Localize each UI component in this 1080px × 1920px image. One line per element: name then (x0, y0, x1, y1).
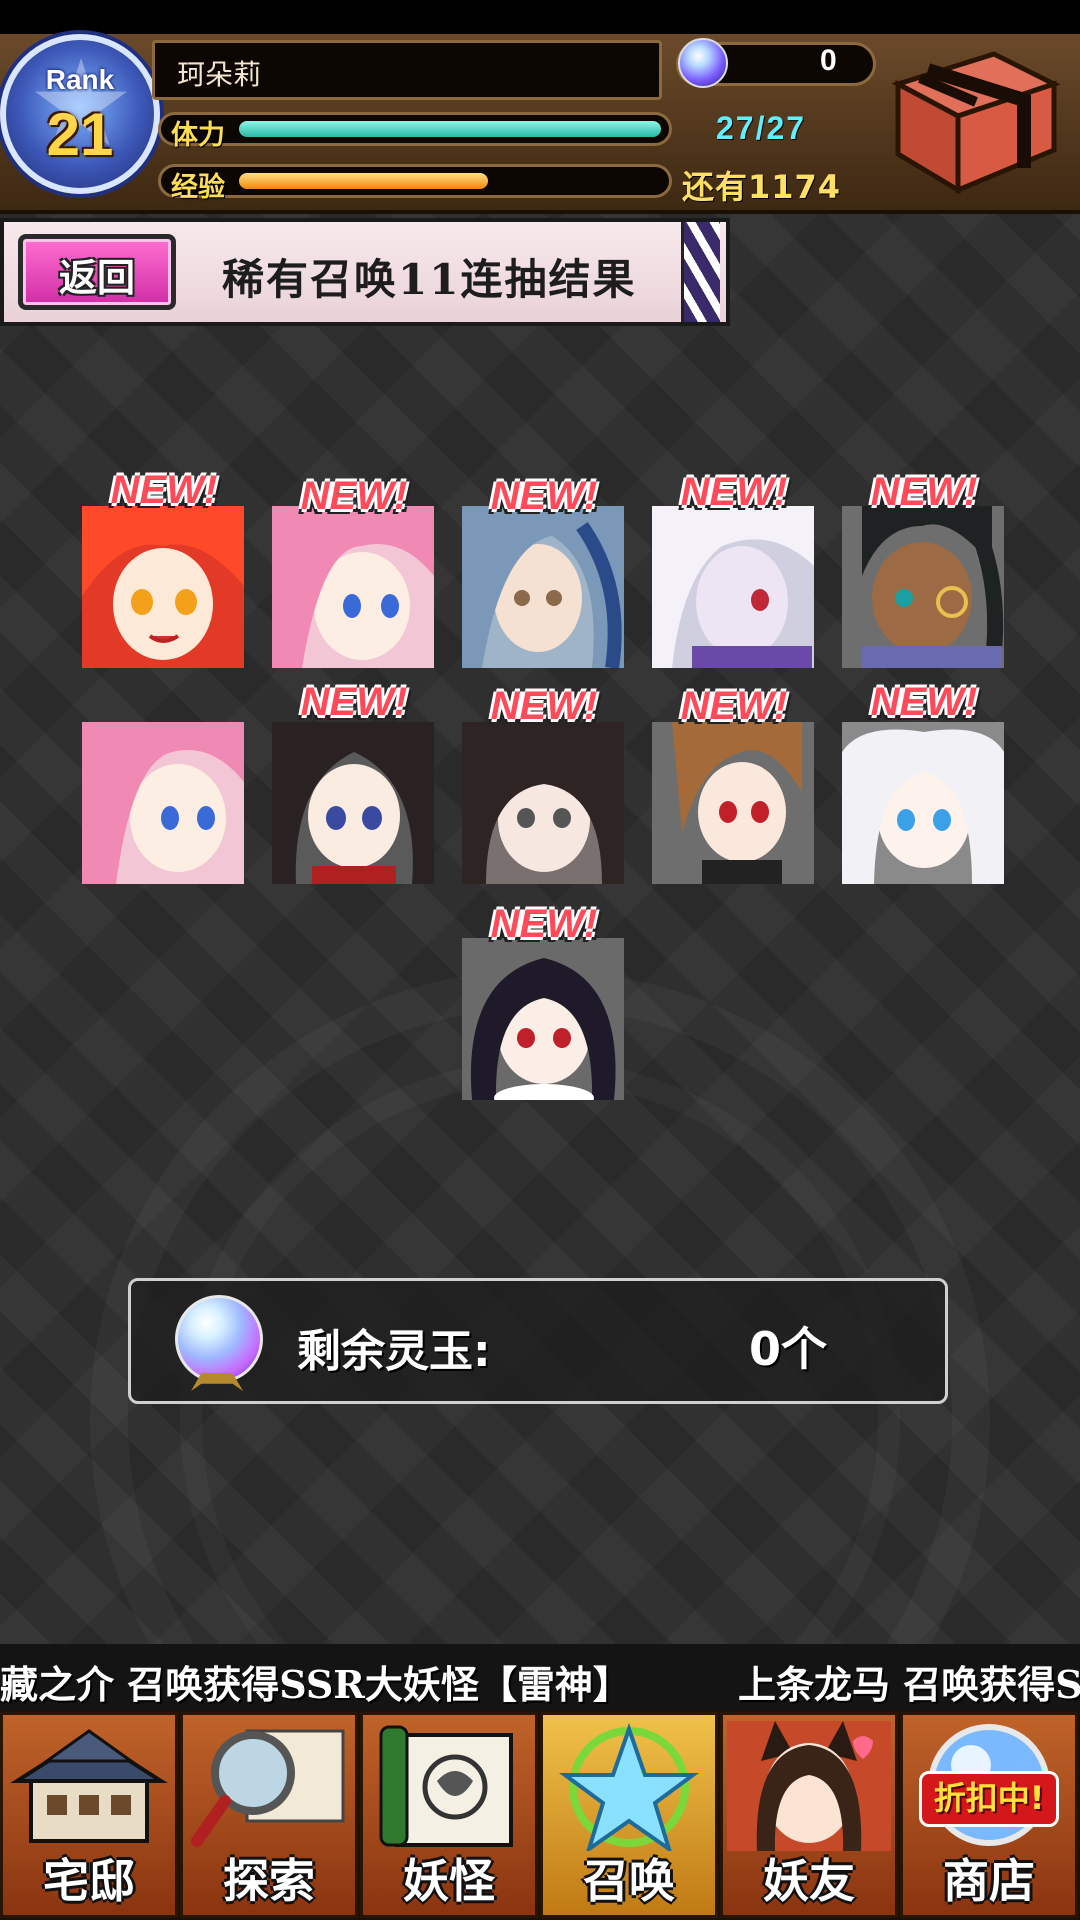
nav-item-summon[interactable]: 召唤 (540, 1712, 718, 1918)
stamina-bar: 体力 (158, 112, 672, 151)
ticker-message: 上条龙马 召唤获得S (738, 1662, 1080, 1707)
pentagram-icon (558, 1722, 700, 1851)
result-card[interactable] (82, 506, 244, 668)
nav-item-mansion[interactable]: 宅邸 (0, 1712, 178, 1918)
player-name: 珂朵莉 (177, 58, 262, 91)
stamina-value: 27/27 (716, 110, 807, 146)
character-portrait-pink-hair (272, 506, 434, 668)
result-card[interactable] (272, 506, 434, 668)
remaining-value: 0个 (749, 1322, 828, 1376)
result-card[interactable] (652, 506, 814, 668)
new-badge: NEW! (490, 684, 598, 728)
stamina-label: 体力 (171, 120, 225, 151)
new-badge: NEW! (870, 680, 978, 724)
ticker-message: 藏之介 召唤获得SSR大妖怪【雷神】 (0, 1662, 631, 1707)
new-badge: NEW! (110, 468, 218, 512)
new-badge: NEW! (680, 470, 788, 514)
new-badge: NEW! (680, 684, 788, 728)
nav-item-shop[interactable]: 折扣中! 商店 (900, 1712, 1078, 1918)
exp-bar: 经验 (158, 164, 672, 203)
result-card[interactable] (462, 506, 624, 668)
new-badge: NEW! (490, 474, 598, 518)
player-header: ★ Rank 21 珂朵莉 体力 27/27 经验 还有1174 0 (0, 34, 1080, 214)
scroll-icon (379, 1725, 513, 1847)
spirit-orb-icon (175, 1295, 263, 1383)
nav-item-explore[interactable]: 探索 (180, 1712, 358, 1918)
remaining-label: 剩余灵玉: (297, 1326, 491, 1377)
result-card[interactable] (462, 722, 624, 884)
result-card[interactable] (82, 722, 244, 884)
nav-item-yokai[interactable]: 妖怪 (360, 1712, 538, 1918)
system-status-bar (0, 0, 1080, 34)
character-portrait-brown-hair (652, 722, 814, 884)
player-name-box: 珂朵莉 (152, 40, 662, 100)
present-box-icon[interactable] (884, 44, 1064, 194)
character-portrait-red-hair (82, 506, 244, 668)
bottom-navigation: 宅邸 探索 妖怪 召唤 妖友 折扣中! 商店 (0, 1710, 1080, 1920)
remaining-orbs-panel: 剩余灵玉: 0个 (128, 1278, 948, 1404)
rank-label: Rank (45, 64, 115, 95)
character-portrait-white-twin-tails (842, 722, 1004, 884)
sale-badge: 折扣中! (919, 1771, 1059, 1827)
nav-label: 妖怪 (403, 1854, 495, 1908)
character-portrait-silver-blue-hair (462, 506, 624, 668)
exp-label: 经验 (171, 172, 225, 203)
nav-label: 妖友 (763, 1854, 855, 1908)
rank-value: 21 (46, 101, 114, 168)
result-card[interactable] (842, 722, 1004, 884)
back-button[interactable]: 返回 (18, 234, 176, 310)
spirit-orb-icon (678, 38, 728, 88)
result-card[interactable] (272, 722, 434, 884)
character-portrait-black-hair-red-eyes (462, 938, 624, 1100)
new-badge: NEW! (870, 470, 978, 514)
character-portrait-black-hair-bangs (462, 722, 624, 884)
rank-badge[interactable]: ★ Rank 21 (0, 34, 160, 194)
nav-label: 宅邸 (43, 1854, 135, 1908)
magnifier-map-icon (191, 1729, 345, 1847)
exp-bar-fill (239, 173, 488, 189)
fox-girl-icon (727, 1721, 891, 1851)
character-portrait-dark-hair-kimono (272, 722, 434, 884)
banner-decoration (681, 222, 720, 322)
nav-label: 探索 (223, 1854, 315, 1908)
nav-label: 商店 (943, 1854, 1035, 1908)
orb-count: 0 (820, 44, 837, 77)
character-portrait-dark-skin-monocle (842, 506, 1004, 668)
announcement-ticker: 藏之介 召唤获得SSR大妖怪【雷神】 上条龙马 召唤获得S (0, 1644, 1080, 1710)
mansion-icon (10, 1729, 168, 1843)
character-portrait-white-hair (652, 506, 814, 668)
result-card[interactable] (842, 506, 1004, 668)
new-badge: NEW! (300, 680, 408, 724)
page-title: 稀有召唤11连抽结果 (222, 255, 637, 304)
result-title-banner: 返回 稀有召唤11连抽结果 (0, 218, 730, 326)
stamina-bar-fill (239, 121, 661, 137)
new-badge: NEW! (490, 902, 598, 946)
nav-label: 召唤 (583, 1854, 675, 1908)
exp-remaining: 还有1174 (682, 168, 842, 206)
back-button-label: 返回 (58, 256, 135, 300)
nav-item-friends[interactable]: 妖友 (720, 1712, 898, 1918)
new-badge: NEW! (300, 474, 408, 518)
result-card[interactable] (462, 938, 624, 1100)
character-portrait-pink-hair (82, 722, 244, 884)
result-card[interactable] (652, 722, 814, 884)
